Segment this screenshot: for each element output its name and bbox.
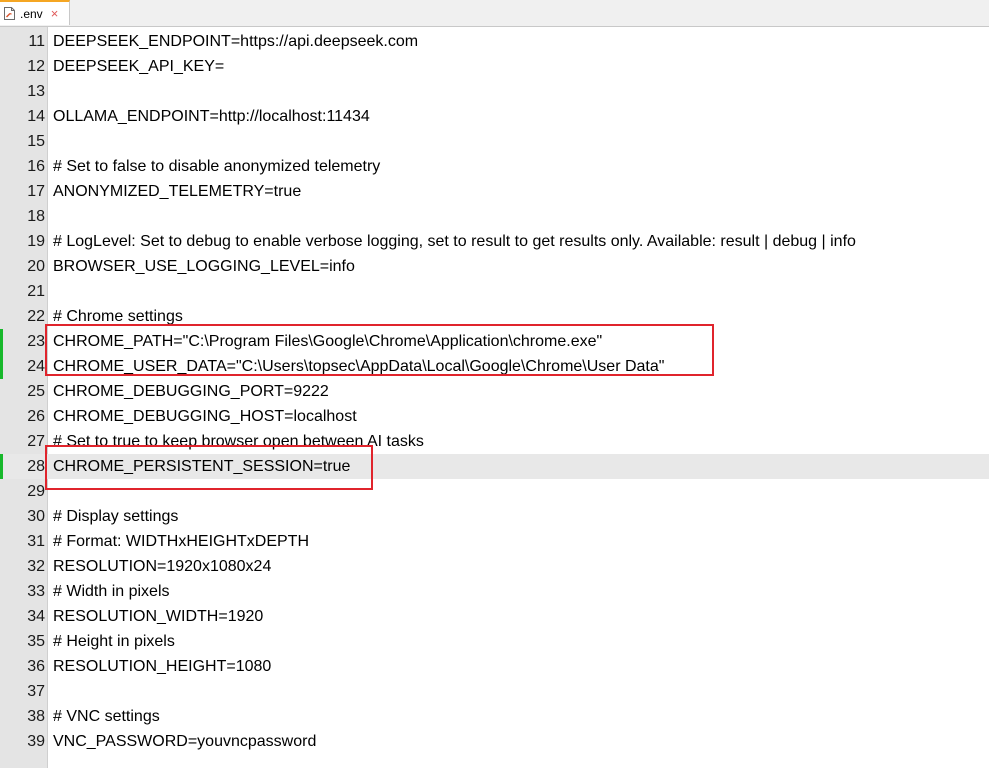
close-icon[interactable]: × [51,7,59,20]
code-text[interactable]: RESOLUTION_HEIGHT=1080 [53,654,271,679]
line-number: 29 [27,483,45,500]
tab-title: .env [20,6,43,21]
code-text[interactable]: # Display settings [53,504,178,529]
code-editor[interactable]: 11 DEEPSEEK_ENDPOINT=https://api.deepseek… [0,29,989,754]
code-line[interactable]: 30 # Display settings [0,504,989,529]
code-text[interactable]: VNC_PASSWORD=youvncpassword [53,729,316,754]
line-number: 19 [27,233,45,250]
line-number: 37 [27,683,45,700]
code-text[interactable]: OLLAMA_ENDPOINT=http://localhost:11434 [53,104,370,129]
line-number: 21 [27,283,45,300]
line-number: 24 [27,358,45,375]
code-line[interactable]: 17 ANONYMIZED_TELEMETRY=true [0,179,989,204]
line-number: 18 [27,208,45,225]
tab-bar: .env × [0,0,989,27]
annotation-box-persistent-session [45,445,373,490]
code-text[interactable]: CHROME_DEBUGGING_PORT=9222 [53,379,329,404]
line-number: 26 [27,408,45,425]
line-number: 12 [27,58,45,75]
code-text[interactable]: # Set to false to disable anonymized tel… [53,154,380,179]
code-text[interactable]: DEEPSEEK_ENDPOINT=https://api.deepseek.c… [53,29,418,54]
line-number: 35 [27,633,45,650]
code-text[interactable]: # Height in pixels [53,629,175,654]
code-line[interactable]: 15 [0,129,989,154]
code-line[interactable]: 20 BROWSER_USE_LOGGING_LEVEL=info [0,254,989,279]
code-text[interactable]: # Width in pixels [53,579,170,604]
code-text[interactable]: RESOLUTION_WIDTH=1920 [53,604,263,629]
line-number: 38 [27,708,45,725]
code-line[interactable]: 39 VNC_PASSWORD=youvncpassword [0,729,989,754]
line-number: 16 [27,158,45,175]
line-number: 25 [27,383,45,400]
line-number: 30 [27,508,45,525]
line-number: 14 [27,108,45,125]
code-line[interactable]: 26 CHROME_DEBUGGING_HOST=localhost [0,404,989,429]
code-text[interactable]: DEEPSEEK_API_KEY= [53,54,224,79]
line-number: 34 [27,608,45,625]
file-icon [4,7,15,20]
line-number: 11 [28,33,45,50]
line-number: 13 [27,83,45,100]
code-line[interactable]: 12 DEEPSEEK_API_KEY= [0,54,989,79]
code-line[interactable]: 18 [0,204,989,229]
line-number: 23 [27,333,45,350]
code-line[interactable]: 11 DEEPSEEK_ENDPOINT=https://api.deepseek… [0,29,989,54]
code-line[interactable]: 37 [0,679,989,704]
code-line[interactable]: 31 # Format: WIDTHxHEIGHTxDEPTH [0,529,989,554]
line-number: 27 [27,433,45,450]
code-text[interactable]: # VNC settings [53,704,160,729]
code-line[interactable]: 34 RESOLUTION_WIDTH=1920 [0,604,989,629]
tab-env[interactable]: .env × [0,0,70,25]
code-line[interactable]: 16 # Set to false to disable anonymized t… [0,154,989,179]
code-text[interactable]: BROWSER_USE_LOGGING_LEVEL=info [53,254,355,279]
code-text[interactable]: # LogLevel: Set to debug to enable verbo… [53,229,856,254]
line-number: 28 [27,458,45,475]
line-number: 36 [27,658,45,675]
code-line[interactable]: 38 # VNC settings [0,704,989,729]
line-number: 22 [27,308,45,325]
code-line[interactable]: 19 # LogLevel: Set to debug to enable ver… [0,229,989,254]
code-line[interactable]: 36 RESOLUTION_HEIGHT=1080 [0,654,989,679]
line-number: 32 [27,558,45,575]
code-text[interactable]: RESOLUTION=1920x1080x24 [53,554,271,579]
code-text[interactable]: ANONYMIZED_TELEMETRY=true [53,179,301,204]
code-line[interactable]: 14 OLLAMA_ENDPOINT=http://localhost:11434 [0,104,989,129]
line-number: 31 [27,533,45,550]
line-number: 20 [27,258,45,275]
line-number: 33 [27,583,45,600]
code-line[interactable]: 13 [0,79,989,104]
code-line[interactable]: 35 # Height in pixels [0,629,989,654]
code-text[interactable]: CHROME_DEBUGGING_HOST=localhost [53,404,357,429]
line-number: 17 [27,183,45,200]
code-line[interactable]: 21 [0,279,989,304]
code-line[interactable]: 32 RESOLUTION=1920x1080x24 [0,554,989,579]
code-line[interactable]: 33 # Width in pixels [0,579,989,604]
line-number: 15 [27,133,45,150]
code-text[interactable]: # Format: WIDTHxHEIGHTxDEPTH [53,529,309,554]
line-number: 39 [27,733,45,750]
code-line[interactable]: 25 CHROME_DEBUGGING_PORT=9222 [0,379,989,404]
annotation-box-chrome-paths [45,324,714,376]
